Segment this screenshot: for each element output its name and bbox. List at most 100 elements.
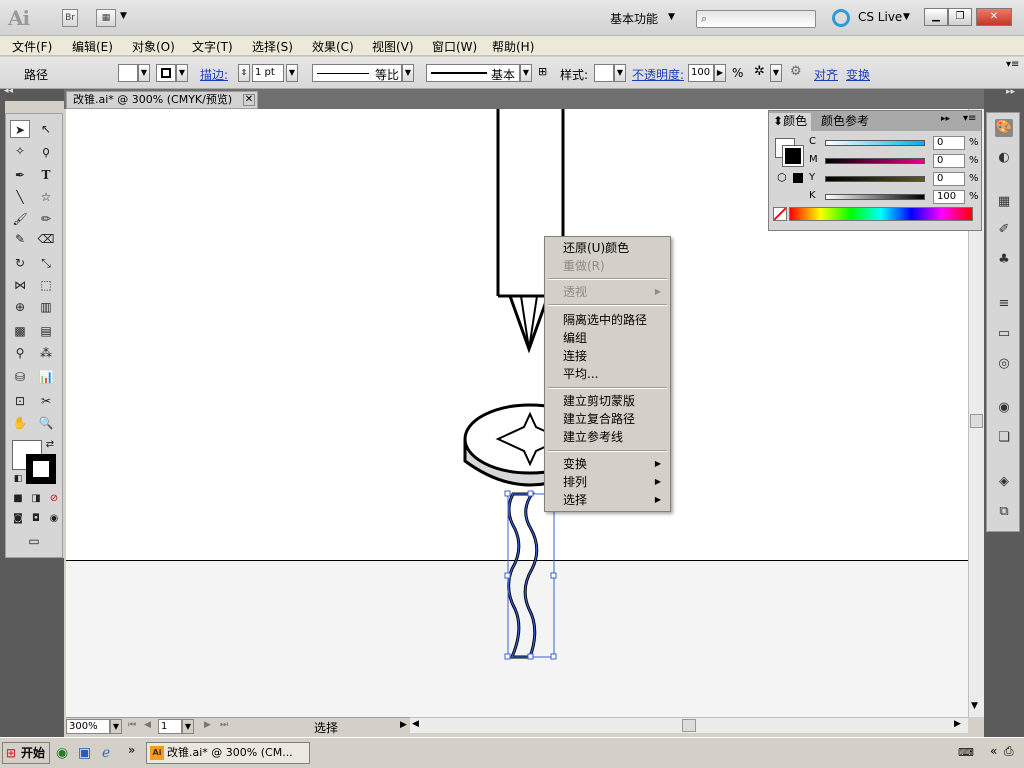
- menu-item-select[interactable]: 选择 ▶: [563, 491, 667, 509]
- panel-collapse-icon[interactable]: ▸▸: [941, 114, 950, 124]
- stroke-panel-icon[interactable]: ≡: [995, 295, 1013, 313]
- next-artboard-icon[interactable]: ▶: [204, 720, 211, 730]
- eyedropper-tool-icon[interactable]: ⚲: [10, 344, 30, 362]
- nearest-color-swatch[interactable]: [793, 173, 803, 183]
- last-artboard-icon[interactable]: ⏭: [220, 720, 228, 730]
- chevron-down-icon[interactable]: ▼: [668, 12, 675, 22]
- menu-window[interactable]: 窗口(W): [432, 38, 477, 55]
- stroke-color-swatch[interactable]: [26, 454, 56, 484]
- network-tray-icon[interactable]: ⎙: [1004, 744, 1014, 759]
- screen-mode-icon[interactable]: ▭: [24, 532, 44, 550]
- document-tab[interactable]: 改锥.ai* @ 300% (CMYK/预览) ✕: [66, 91, 258, 109]
- menu-item-average[interactable]: 平均...: [563, 365, 598, 383]
- yellow-input[interactable]: 0: [933, 172, 965, 186]
- tab-color-guide[interactable]: 颜色参考: [817, 113, 873, 131]
- tab-color[interactable]: ⬍颜色: [769, 113, 812, 131]
- scroll-left-icon[interactable]: ◀: [412, 719, 419, 729]
- opacity-panel-link[interactable]: 不透明度:: [632, 66, 684, 83]
- black-input[interactable]: 100: [933, 190, 965, 204]
- cs-live-icon[interactable]: [832, 9, 850, 27]
- variable-width-profile[interactable]: 等比: [312, 64, 402, 82]
- scroll-right-icon[interactable]: ▶: [954, 719, 961, 729]
- control-panel-menu-icon[interactable]: ▾≡: [1006, 59, 1019, 70]
- menu-type[interactable]: 文字(T): [192, 38, 233, 55]
- zoom-tool-icon[interactable]: 🔍: [36, 414, 56, 432]
- first-artboard-icon[interactable]: ⏮: [128, 720, 136, 730]
- horizontal-scroll-thumb[interactable]: [682, 719, 696, 732]
- stroke-swatch[interactable]: [156, 64, 176, 82]
- menu-object[interactable]: 对象(O): [132, 38, 175, 55]
- close-button[interactable]: ✕: [976, 8, 1012, 26]
- cyan-input[interactable]: 0: [933, 136, 965, 150]
- artboards-panel-icon[interactable]: ⧉: [995, 503, 1013, 521]
- menu-item-make-guides[interactable]: 建立参考线: [563, 428, 623, 446]
- opacity-slider-arrow-icon[interactable]: ▶: [714, 64, 726, 82]
- width-tool-icon[interactable]: ⋈: [10, 276, 30, 294]
- menu-file[interactable]: 文件(F): [12, 38, 52, 55]
- gear-icon[interactable]: ⚙: [790, 64, 802, 79]
- horizontal-scrollbar[interactable]: ▶ ◀: [410, 717, 968, 733]
- shape-builder-tool-icon[interactable]: ⊕: [10, 298, 30, 316]
- scroll-down-icon[interactable]: ▼: [971, 701, 978, 711]
- gradient-mode-icon[interactable]: ◨: [26, 490, 46, 508]
- none-color-swatch[interactable]: [773, 207, 787, 221]
- draw-normal-icon[interactable]: ◙: [8, 510, 28, 528]
- bridge-button[interactable]: Br: [62, 9, 78, 27]
- type-tool-icon[interactable]: T: [36, 166, 56, 184]
- graphic-styles-panel-icon[interactable]: ❏: [995, 429, 1013, 447]
- chevron-down-icon[interactable]: ▼: [903, 12, 910, 22]
- fill-swatch[interactable]: [118, 64, 138, 82]
- restore-button[interactable]: ❐: [948, 8, 972, 26]
- graphic-style-swatch[interactable]: [594, 64, 614, 82]
- help-search-input[interactable]: ⌕: [696, 10, 816, 28]
- menu-item-compound-path[interactable]: 建立复合路径: [563, 410, 635, 428]
- appearance-panel-icon[interactable]: ◉: [995, 399, 1013, 417]
- line-tool-icon[interactable]: ╲: [10, 188, 30, 206]
- symbols-panel-icon[interactable]: ♣: [995, 251, 1013, 269]
- graph-tool-icon[interactable]: 📊: [36, 368, 56, 386]
- menu-item-group[interactable]: 编组: [563, 329, 587, 347]
- black-slider[interactable]: [825, 194, 925, 200]
- brush-dropdown-icon[interactable]: ▼: [520, 64, 532, 82]
- symbol-sprayer-tool-icon[interactable]: ⛁: [10, 368, 30, 386]
- color-spectrum-bar[interactable]: [789, 207, 973, 221]
- artboard-dropdown-icon[interactable]: ▼: [182, 719, 194, 734]
- brush-options-icon[interactable]: ⊞: [538, 65, 547, 78]
- panel-stroke-swatch[interactable]: [782, 145, 804, 167]
- panel-menu-icon[interactable]: ▾≡: [963, 113, 976, 124]
- cyan-slider[interactable]: [825, 140, 925, 146]
- menu-item-arrange[interactable]: 排列 ▶: [563, 473, 667, 491]
- stroke-panel-link[interactable]: 描边:: [200, 66, 228, 83]
- toolbar-collapse-bar[interactable]: ◂◂: [0, 86, 64, 101]
- vertical-scroll-thumb[interactable]: [970, 414, 983, 428]
- workspace-switcher[interactable]: 基本功能: [610, 10, 658, 27]
- star-tool-icon[interactable]: ☆: [36, 188, 56, 206]
- magenta-slider[interactable]: [825, 158, 925, 164]
- stroke-weight-stepper[interactable]: ⇕: [238, 64, 250, 82]
- scale-tool-icon[interactable]: ⤡: [36, 254, 56, 272]
- menu-effect[interactable]: 效果(C): [312, 38, 354, 55]
- menu-select[interactable]: 选择(S): [252, 38, 293, 55]
- artboard-tool-icon[interactable]: ⊡: [10, 392, 30, 410]
- brush-definition[interactable]: 基本: [426, 64, 520, 82]
- gradient-tool-icon[interactable]: ▤: [36, 322, 56, 340]
- none-mode-icon[interactable]: ⊘: [44, 490, 64, 508]
- keyboard-tray-icon[interactable]: ⌨: [958, 746, 974, 759]
- arrange-dropdown-icon[interactable]: ▼: [120, 11, 127, 21]
- mesh-tool-icon[interactable]: ▩: [10, 322, 30, 340]
- menu-help[interactable]: 帮助(H): [492, 38, 534, 55]
- stroke-weight-dropdown-icon[interactable]: ▼: [286, 64, 298, 82]
- status-menu-icon[interactable]: ▶: [400, 720, 407, 730]
- taskbar-window-illustrator[interactable]: Ai 改锥.ai* @ 300% (CM...: [146, 742, 310, 764]
- yellow-slider[interactable]: [825, 176, 925, 182]
- menu-item-clipping-mask[interactable]: 建立剪切蒙版: [563, 392, 635, 410]
- direct-selection-tool-icon[interactable]: ↖: [36, 120, 56, 138]
- default-colors-icon[interactable]: ◧: [8, 470, 28, 488]
- pen-tool-icon[interactable]: ✒: [10, 166, 30, 184]
- lasso-tool-icon[interactable]: ϙ: [36, 142, 56, 160]
- eraser-tool-icon[interactable]: ⌫: [36, 230, 56, 248]
- internet-explorer-icon[interactable]: ℯ: [102, 745, 110, 761]
- magic-wand-tool-icon[interactable]: ✧: [10, 142, 30, 160]
- profile-dropdown-icon[interactable]: ▼: [402, 64, 414, 82]
- media-player-icon[interactable]: ◉: [56, 745, 68, 761]
